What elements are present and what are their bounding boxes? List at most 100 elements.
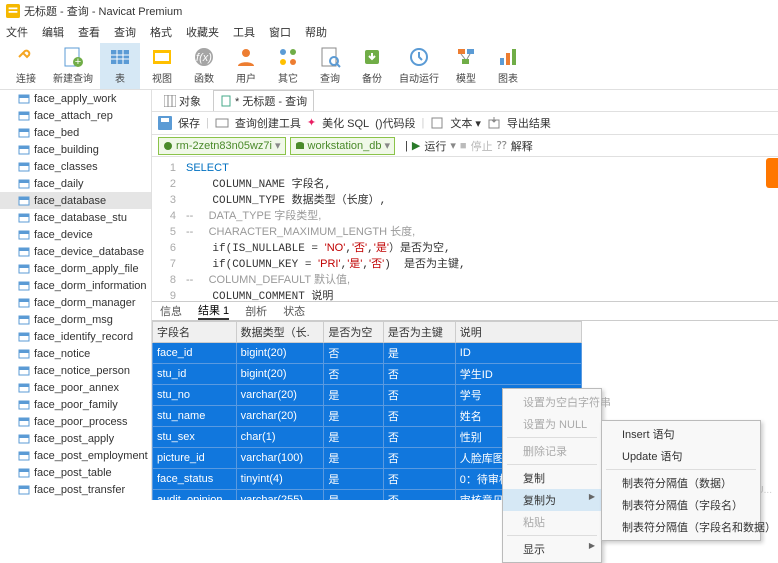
save-button[interactable]: 保存	[178, 115, 200, 131]
ctx-null[interactable]: 设置为 NULL	[503, 413, 601, 435]
tree-item[interactable]: face_post_table	[0, 464, 151, 481]
tree-item[interactable]: face_notice_person	[0, 362, 151, 379]
table-row[interactable]: face_idbigint(20)否是ID	[153, 343, 582, 364]
tree-item[interactable]: face_dorm_manager	[0, 294, 151, 311]
tab-query[interactable]: * 无标题 - 查询	[213, 90, 314, 111]
builder-button[interactable]: 查询创建工具	[235, 115, 301, 131]
tree-item[interactable]: face_poor_process	[0, 413, 151, 430]
table-icon	[18, 331, 30, 343]
tree-item[interactable]: face_dorm_information	[0, 277, 151, 294]
tree-item[interactable]: face_post_apply	[0, 430, 151, 447]
tree-item[interactable]: face_daily	[0, 175, 151, 192]
explain-button[interactable]: 解释	[511, 138, 533, 154]
ctx2-tsv-both[interactable]: 制表符分隔值（字段名和数据）	[602, 516, 760, 538]
db-dropdown[interactable]: workstation_db▾	[290, 137, 396, 155]
ctx-paste[interactable]: 粘贴	[503, 511, 601, 533]
toolbar-view[interactable]: 视图	[142, 43, 182, 89]
tree-item[interactable]: face_attach_rep	[0, 107, 151, 124]
code-button[interactable]: ()代码段	[375, 115, 415, 131]
menu-tools[interactable]: 工具	[233, 24, 255, 40]
menu-window[interactable]: 窗口	[269, 24, 291, 40]
context-submenu[interactable]: Insert 语句 Update 语句 制表符分隔值（数据） 制表符分隔值（字段…	[601, 420, 761, 541]
tab-status[interactable]: 状态	[283, 303, 305, 319]
tree-item[interactable]: face_dorm_apply_file	[0, 260, 151, 277]
ctx-copy[interactable]: 复制	[503, 467, 601, 489]
tree-item[interactable]: face_bed	[0, 124, 151, 141]
toolbar-backup[interactable]: 备份	[352, 43, 392, 89]
tab-info[interactable]: 信息	[160, 303, 182, 319]
ctx2-tsv-fields[interactable]: 制表符分隔值（字段名）	[602, 494, 760, 516]
toolbar-user[interactable]: 用户	[226, 43, 266, 89]
ctx2-update[interactable]: Update 语句	[602, 445, 760, 467]
col-header[interactable]: 说明	[455, 322, 581, 343]
main-toolbar: 连接+新建查询表视图f(x)函数用户其它查询备份自动运行模型图表	[0, 42, 778, 90]
menu-query[interactable]: 查询	[114, 24, 136, 40]
sidebar-tree[interactable]: face_apply_workface_attach_repface_bedfa…	[0, 90, 152, 500]
toolbar-new-query[interactable]: +新建查询	[48, 43, 98, 89]
ctx2-insert[interactable]: Insert 语句	[602, 423, 760, 445]
ctx-delete[interactable]: 删除记录	[503, 440, 601, 462]
tree-item[interactable]: face_classes	[0, 158, 151, 175]
table-row[interactable]: stu_idbigint(20)否否学生ID	[153, 364, 582, 385]
tree-item[interactable]: face_apply_work	[0, 90, 151, 107]
stop-button: 停止	[471, 138, 493, 154]
grid-icon	[164, 95, 176, 107]
tree-item[interactable]: face_building	[0, 141, 151, 158]
tab-result[interactable]: 结果 1	[198, 302, 229, 320]
toolbar-model[interactable]: 模型	[446, 43, 486, 89]
tab-objects[interactable]: 对象	[158, 91, 207, 111]
menu-favorites[interactable]: 收藏夹	[186, 24, 219, 40]
tab-profile[interactable]: 剖析	[245, 303, 267, 319]
ctx2-tsv-data[interactable]: 制表符分隔值（数据）	[602, 472, 760, 494]
col-header[interactable]: 数据类型（长.	[236, 322, 324, 343]
backup-icon	[361, 46, 383, 68]
menu-edit[interactable]: 编辑	[42, 24, 64, 40]
col-header[interactable]: 字段名	[153, 322, 237, 343]
col-header[interactable]: 是否为主键	[383, 322, 455, 343]
toolbar-function[interactable]: f(x)函数	[184, 43, 224, 89]
sql-editor[interactable]: 1SELECT 2 COLUMN_NAME 字段名, 3 COLUMN_TYPE…	[152, 157, 778, 302]
tree-item[interactable]: face_post_transfer	[0, 481, 151, 498]
toolbar-other[interactable]: 其它	[268, 43, 308, 89]
tree-item[interactable]: face_post_employment	[0, 447, 151, 464]
toolbar-query[interactable]: 查询	[310, 43, 350, 89]
menu-help[interactable]: 帮助	[305, 24, 327, 40]
ctx-show[interactable]: 显示	[503, 538, 601, 560]
ctx-copyas[interactable]: 复制为	[503, 489, 601, 511]
tree-item[interactable]: face_poor_annex	[0, 379, 151, 396]
table-icon	[18, 127, 30, 139]
text-icon[interactable]	[430, 116, 444, 130]
context-menu[interactable]: 设置为空白字符串 设置为 NULL 删除记录 复制 复制为 粘贴 显示	[502, 388, 602, 563]
beautify-button[interactable]: 美化 SQL	[322, 115, 369, 131]
tree-item[interactable]: face_dorm_msg	[0, 311, 151, 328]
builder-icon[interactable]	[215, 116, 229, 130]
run-button[interactable]: 运行	[424, 138, 446, 154]
titlebar: 无标题 - 查询 - Navicat Premium	[0, 0, 778, 22]
menu-view[interactable]: 查看	[78, 24, 100, 40]
connect-icon	[15, 46, 37, 68]
toolbar-connect[interactable]: 连接	[6, 43, 46, 89]
menu-file[interactable]: 文件	[6, 24, 28, 40]
toolbar-chart[interactable]: 图表	[488, 43, 528, 89]
other-icon	[277, 46, 299, 68]
tree-item[interactable]: face_database_stu	[0, 209, 151, 226]
table-icon	[18, 450, 30, 462]
tree-item[interactable]: face_device_database	[0, 243, 151, 260]
server-dropdown[interactable]: rm-2zetn83n05wz7i▾	[158, 137, 286, 155]
toolbar-auto[interactable]: 自动运行	[394, 43, 444, 89]
export-button[interactable]: 导出结果	[507, 115, 551, 131]
tree-item[interactable]: face_database	[0, 192, 151, 209]
save-icon[interactable]	[158, 116, 172, 130]
tree-item[interactable]: face_device	[0, 226, 151, 243]
ctx-blank[interactable]: 设置为空白字符串	[503, 391, 601, 413]
toolbar-table[interactable]: 表	[100, 43, 140, 89]
app-icon	[6, 4, 20, 18]
menu-format[interactable]: 格式	[150, 24, 172, 40]
export-icon[interactable]	[487, 116, 501, 130]
tree-item[interactable]: face_identify_record	[0, 328, 151, 345]
col-header[interactable]: 是否为空	[324, 322, 384, 343]
tree-item[interactable]: face_poor_family	[0, 396, 151, 413]
text-button[interactable]: 文本 ▾	[450, 115, 481, 131]
tree-item[interactable]: face_notice	[0, 345, 151, 362]
user-icon	[235, 46, 257, 68]
